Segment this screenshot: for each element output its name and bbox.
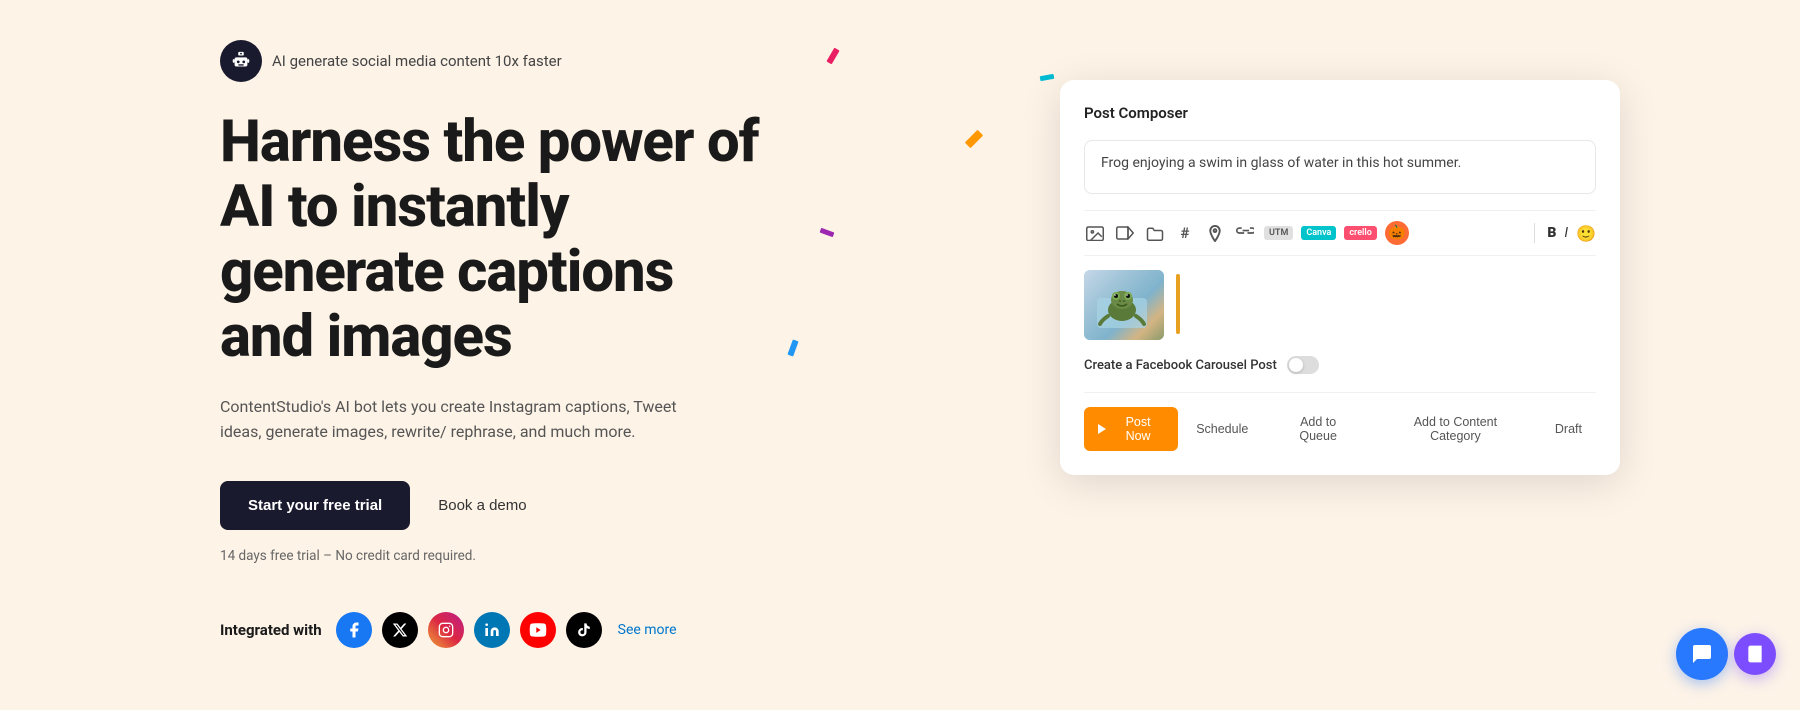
post-arrow-icon xyxy=(1098,424,1106,434)
youtube-icon[interactable] xyxy=(520,612,556,648)
subheadline: ContentStudio's AI bot lets you create I… xyxy=(220,394,700,445)
utm-badge: UTM xyxy=(1264,226,1293,240)
integrations-label: Integrated with xyxy=(220,621,322,639)
add-to-category-button[interactable]: Add to Content Category xyxy=(1374,407,1537,451)
draft-button[interactable]: Draft xyxy=(1541,414,1596,444)
post-now-button[interactable]: Post Now xyxy=(1084,407,1178,451)
action-buttons-row: Post Now Schedule Add to Queue Add to Co… xyxy=(1084,392,1596,451)
link-icon[interactable] xyxy=(1234,222,1256,244)
schedule-button[interactable]: Schedule xyxy=(1182,414,1262,444)
carousel-toggle[interactable] xyxy=(1287,356,1319,374)
folder-icon[interactable] xyxy=(1144,222,1166,244)
bold-icon[interactable]: B xyxy=(1547,225,1556,241)
image-preview-row xyxy=(1084,270,1596,340)
confetti-10 xyxy=(787,339,798,356)
italic-icon[interactable]: I xyxy=(1564,225,1568,241)
hashtag-icon[interactable]: # xyxy=(1174,222,1196,244)
cta-buttons: Start your free trial Book a demo xyxy=(220,481,780,530)
composer-title: Post Composer xyxy=(1084,104,1596,122)
tiktok-icon[interactable] xyxy=(566,612,602,648)
trial-note: 14 days free trial – No credit card requ… xyxy=(220,548,780,564)
robot-icon xyxy=(220,40,262,82)
frog-image xyxy=(1084,270,1164,340)
post-composer-card: Post Composer Frog enjoying a swim in gl… xyxy=(1060,80,1620,475)
video-icon[interactable] xyxy=(1114,222,1136,244)
composer-text-area[interactable]: Frog enjoying a swim in glass of water i… xyxy=(1084,140,1596,194)
chat-widget xyxy=(1676,628,1776,680)
add-to-queue-button[interactable]: Add to Queue xyxy=(1266,407,1370,451)
color-bar xyxy=(1176,274,1180,334)
headline: Harness the power of AI to instantly gen… xyxy=(220,110,780,370)
chat-button[interactable] xyxy=(1676,628,1728,680)
canva-badge[interactable]: Canva xyxy=(1301,226,1336,240)
carousel-toggle-row: Create a Facebook Carousel Post xyxy=(1084,356,1596,374)
confetti-1 xyxy=(826,48,839,65)
facebook-icon[interactable] xyxy=(336,612,372,648)
integrations-row: Integrated with xyxy=(220,612,780,648)
book-demo-button[interactable]: Book a demo xyxy=(438,497,526,514)
carousel-label: Create a Facebook Carousel Post xyxy=(1084,358,1277,373)
instagram-icon[interactable] xyxy=(428,612,464,648)
start-trial-button[interactable]: Start your free trial xyxy=(220,481,410,530)
toolbar-row: # UTM Canva crello 🎃 B I xyxy=(1084,210,1596,256)
twitter-x-icon[interactable] xyxy=(382,612,418,648)
right-mockup: Post Composer Frog enjoying a swim in gl… xyxy=(1060,80,1620,475)
badge-text: AI generate social media content 10x fas… xyxy=(272,52,562,70)
location-icon[interactable] xyxy=(1204,222,1226,244)
see-more-link[interactable]: See more xyxy=(618,622,677,638)
linkedin-icon[interactable] xyxy=(474,612,510,648)
badge: AI generate social media content 10x fas… xyxy=(220,40,780,82)
emoji-pumpkin-icon[interactable]: 🎃 xyxy=(1385,221,1409,245)
confetti-7 xyxy=(820,228,835,237)
toolbar-right: B I 🙂 xyxy=(1530,223,1596,243)
confetti-2 xyxy=(1040,74,1055,81)
crello-badge[interactable]: crello xyxy=(1344,226,1376,240)
image-upload-icon[interactable] xyxy=(1084,222,1106,244)
book-icon-button[interactable] xyxy=(1734,633,1776,675)
smiley-icon[interactable]: 🙂 xyxy=(1576,224,1596,243)
confetti-5 xyxy=(965,130,983,148)
left-content: AI generate social media content 10x fas… xyxy=(220,40,780,648)
toolbar-divider xyxy=(1534,223,1535,243)
